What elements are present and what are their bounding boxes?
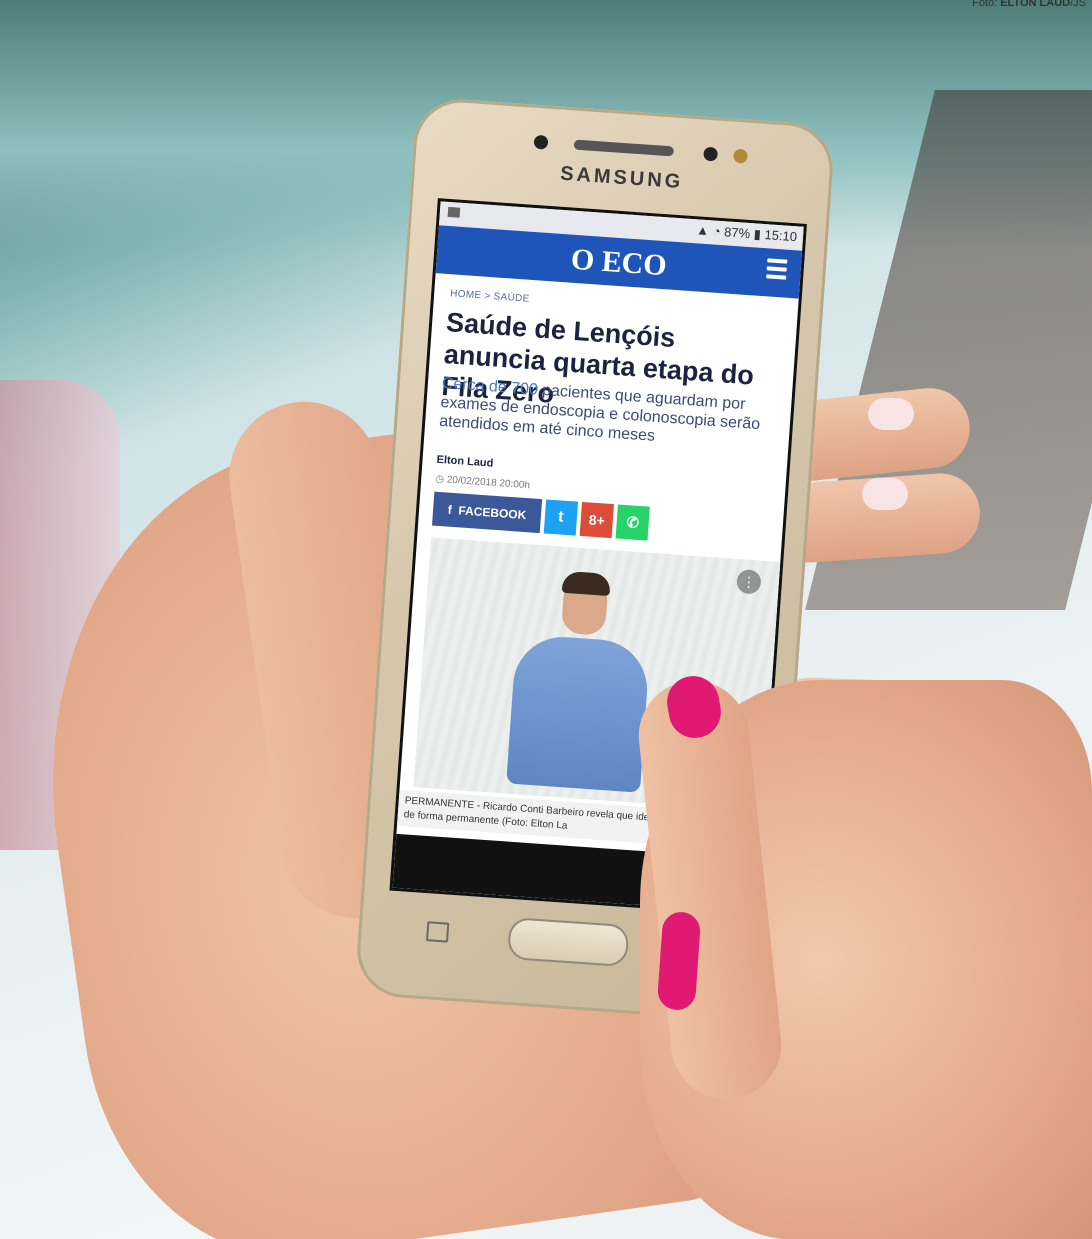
status-right: ▲ ◔ 87% ▮ 15:10 <box>695 222 798 245</box>
recent-apps-icon[interactable] <box>426 921 450 943</box>
photo-scene: Foto: ELTON LAUD/JS SAMSUNG ▲ ◔ 87% ▮ 15… <box>0 0 1092 1239</box>
photo-credit: Foto: ELTON LAUD/JS <box>972 0 1086 9</box>
article-date: ◷ 20/02/2018 20:00h <box>434 473 531 492</box>
googleplus-share-button[interactable]: 8+ <box>579 501 614 539</box>
battery-level: 87% <box>723 224 751 242</box>
share-buttons: f FACEBOOK t 8+ ✆ <box>432 491 650 541</box>
facebook-share-button[interactable]: f FACEBOOK <box>432 491 543 534</box>
clock: 15:10 <box>764 227 798 245</box>
nail-1 <box>868 398 914 430</box>
notification-icon <box>447 206 461 218</box>
breadcrumb[interactable]: HOME > SAÚDE <box>450 288 530 305</box>
home-button[interactable] <box>506 916 630 968</box>
nail-2 <box>862 478 908 510</box>
hamburger-menu-icon[interactable] <box>766 258 788 283</box>
twitter-share-button[interactable]: t <box>543 499 579 536</box>
pink-nail-thumb <box>656 910 702 1012</box>
person-body <box>506 633 651 793</box>
whatsapp-share-button[interactable]: ✆ <box>615 504 650 541</box>
article-author[interactable]: Elton Laud <box>436 454 494 470</box>
